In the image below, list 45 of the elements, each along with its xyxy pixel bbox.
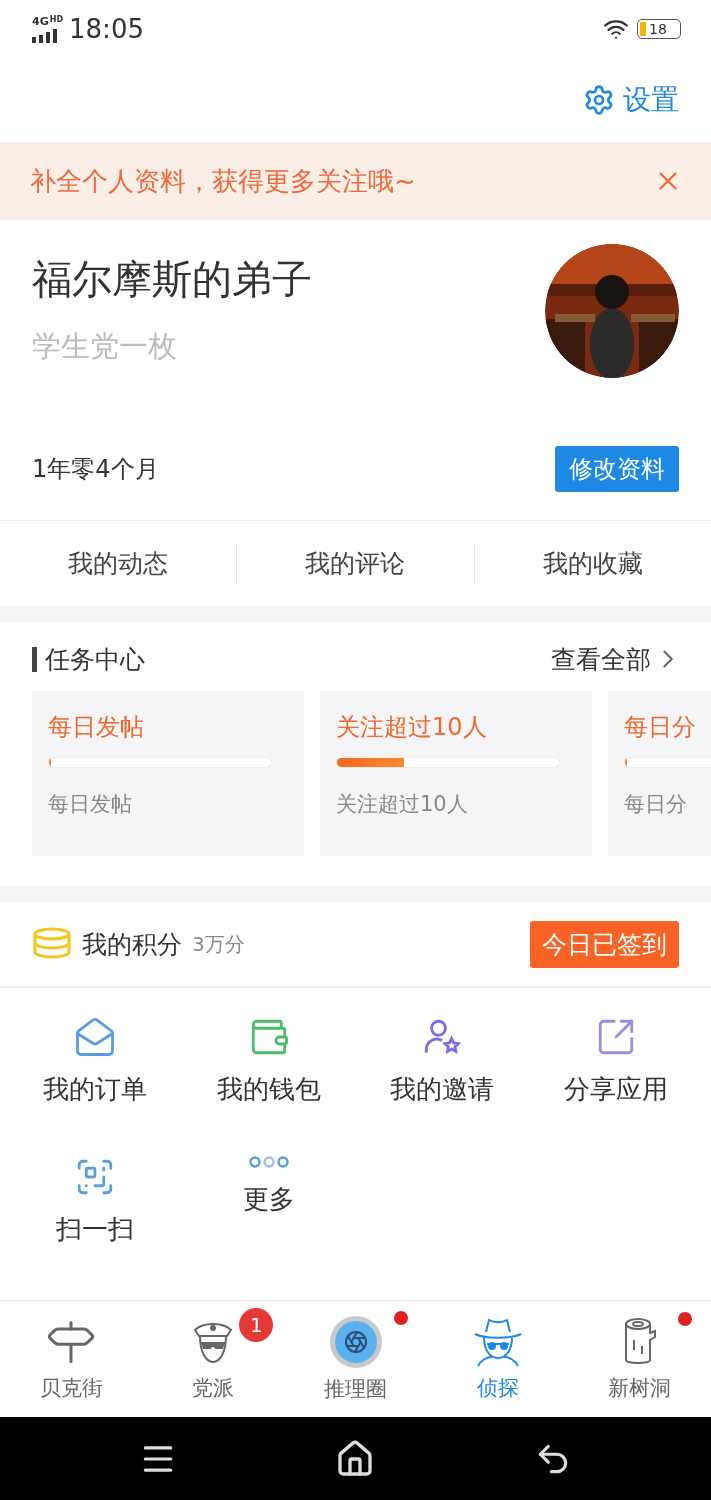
- task-title: 每日发帖: [48, 712, 145, 743]
- user-name: 福尔摩斯的弟子: [32, 255, 312, 304]
- task-title: 关注超过10人: [336, 712, 488, 743]
- task-card[interactable]: 每日发帖 每日发帖: [32, 691, 304, 856]
- notification-badge: 1: [239, 1308, 274, 1342]
- signal-icon: [32, 28, 58, 43]
- clock: 18:05: [69, 14, 144, 44]
- profile-tab[interactable]: 我的动态: [0, 542, 237, 585]
- coins-icon: [32, 927, 72, 961]
- nav-tab[interactable]: 新树洞: [608, 1316, 672, 1402]
- more-icon: [247, 1156, 290, 1168]
- nav-tab[interactable]: 推理圈: [324, 1315, 387, 1403]
- check-in-button[interactable]: 今日已签到: [530, 920, 679, 968]
- menu-item[interactable]: 我的钱包: [216, 1016, 321, 1107]
- user-bio: 学生党一枚: [32, 328, 178, 365]
- task-card[interactable]: 每日分 每日分: [608, 691, 711, 856]
- menu-item[interactable]: 我的订单: [42, 1016, 147, 1107]
- nav-tab[interactable]: 党派: [187, 1316, 240, 1402]
- points-label: 我的积分: [82, 928, 182, 961]
- task-description: 每日分: [624, 791, 688, 818]
- menu-item[interactable]: 更多: [242, 1156, 295, 1217]
- banner-text: 补全个人资料，获得更多关注哦~: [30, 164, 416, 198]
- points-value: 3万分: [192, 930, 245, 958]
- network-label: 4G: [32, 15, 49, 27]
- task-description: 关注超过10人: [336, 791, 469, 818]
- task-card[interactable]: 关注超过10人 关注超过10人: [320, 691, 592, 856]
- task-description: 每日发帖: [48, 791, 133, 818]
- envelope-icon: [73, 1016, 116, 1058]
- menu-item[interactable]: 分享应用: [564, 1016, 669, 1107]
- menu-item[interactable]: 我的邀请: [390, 1016, 495, 1107]
- settings-icon: [583, 84, 615, 116]
- section-title: 任务中心: [32, 646, 145, 672]
- settings-button[interactable]: 设置: [583, 81, 679, 119]
- profile-tab[interactable]: 我的收藏: [473, 542, 711, 585]
- profile-tab[interactable]: 我的评论: [236, 542, 474, 585]
- task-title: 每日分: [624, 712, 697, 743]
- hd-label: HD: [49, 15, 64, 24]
- menu-item[interactable]: 扫一扫: [55, 1156, 134, 1247]
- membership-duration: 1年零4个月: [32, 454, 159, 485]
- nav-tab[interactable]: 侦探: [469, 1316, 526, 1402]
- view-all-link[interactable]: 查看全部: [551, 642, 683, 676]
- edit-profile-button[interactable]: 修改资料: [555, 446, 679, 492]
- aperture-icon: [328, 1315, 383, 1369]
- battery-indicator: 18: [637, 19, 681, 39]
- nav-tab[interactable]: 贝克街: [39, 1316, 103, 1402]
